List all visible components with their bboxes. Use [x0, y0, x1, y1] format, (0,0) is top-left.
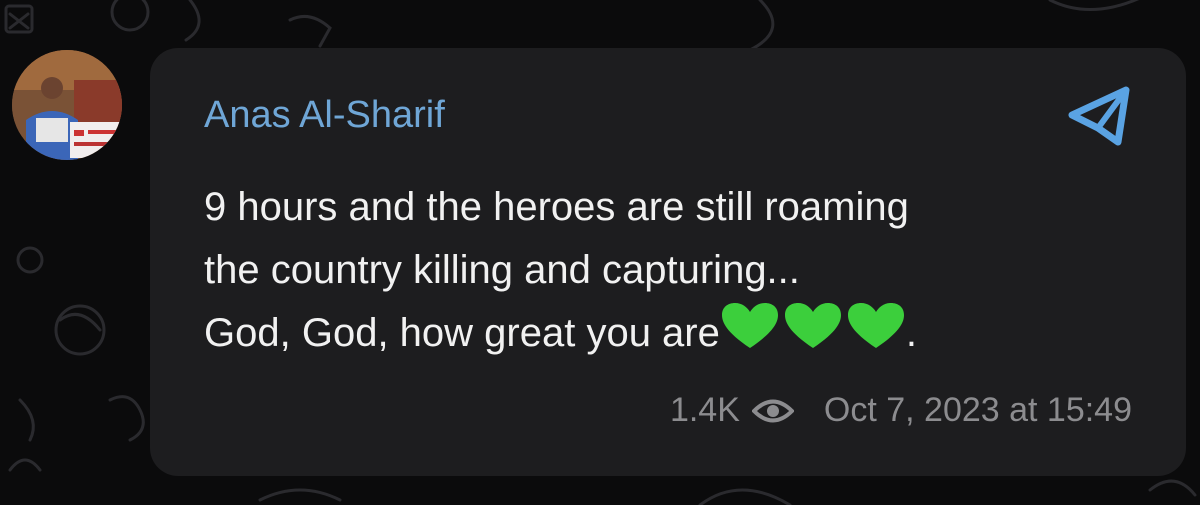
sender-name[interactable]: Anas Al-Sharif [204, 94, 445, 137]
message-timestamp: Oct 7, 2023 at 15:49 [823, 391, 1132, 429]
telegram-send-icon [1068, 86, 1130, 146]
message-line: God, God, how great you are . [204, 302, 1144, 371]
message-line-text: God, God, how great you are [204, 311, 720, 355]
sender-avatar[interactable] [12, 50, 122, 160]
message-meta: 1.4K Oct 7, 2023 at 15:49 [670, 391, 1132, 430]
message-bubble[interactable]: Anas Al-Sharif 9 hours and the heroes ar… [150, 48, 1186, 476]
green-hearts-emoji [720, 302, 906, 371]
message-line: the country killing and capturing... [204, 248, 800, 292]
message-text: 9 hours and the heroes are still roaming… [204, 176, 1144, 371]
message-tail: . [905, 311, 917, 355]
avatar-photo [12, 50, 122, 160]
message-line: 9 hours and the heroes are still roaming [204, 185, 909, 229]
eye-icon [751, 399, 794, 422]
view-count: 1.4K [669, 391, 740, 429]
